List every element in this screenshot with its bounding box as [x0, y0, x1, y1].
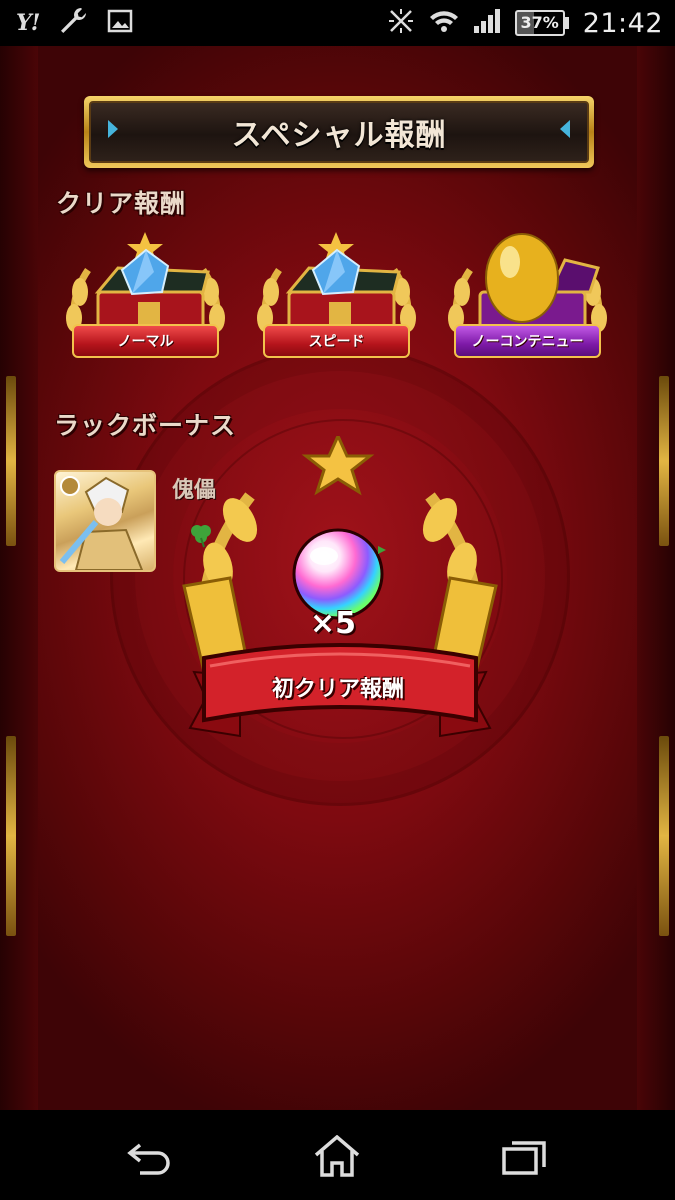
recent-apps-icon [502, 1141, 546, 1175]
arrow-left-icon [108, 120, 118, 138]
frame-gold-trim [659, 736, 669, 936]
home-icon [314, 1134, 360, 1177]
status-bar: Y! 37% 21:42 [0, 0, 675, 46]
back-icon [127, 1143, 170, 1175]
vibrate-off-icon [387, 7, 415, 39]
crystal-icon [311, 248, 361, 296]
frame-left-edge [0, 46, 38, 1110]
signal-icon [473, 8, 501, 38]
monster-portrait[interactable] [54, 470, 156, 572]
back-button[interactable] [126, 1135, 176, 1177]
title-plaque: スペシャル報酬 [84, 96, 594, 168]
wifi-icon [429, 8, 459, 38]
frame-gold-trim [6, 736, 16, 936]
battery-icon: 37% [514, 10, 569, 36]
wrench-icon [57, 5, 89, 41]
clear-reward-normal[interactable]: ノーマル [58, 232, 233, 392]
crystal-icon [120, 248, 170, 296]
reward-ribbon: スピード [263, 324, 410, 358]
recent-apps-button[interactable] [500, 1135, 550, 1177]
page-title: スペシャル報酬 [231, 118, 447, 153]
star-icon [301, 436, 375, 496]
frame-right-edge [637, 46, 675, 1110]
status-bar-left: Y! [16, 7, 133, 39]
battery-percent: 37% [514, 10, 565, 36]
reward-count: ×5 [310, 606, 357, 641]
monster-avatar-icon [59, 476, 144, 570]
reward-ribbon: ノーマル [72, 324, 219, 358]
yahoo-icon: Y! [16, 10, 40, 36]
status-time: 21:42 [582, 7, 663, 39]
reward-ribbon: ノーコンテニュー [454, 324, 601, 358]
navigation-bar [0, 1110, 675, 1200]
first-clear-label: 初クリア報酬 [271, 677, 404, 702]
clear-reward-no-continue[interactable]: ノーコンテニュー [440, 232, 615, 392]
clear-reward-speed[interactable]: スピード [249, 232, 424, 392]
frame-gold-trim [659, 376, 669, 546]
home-button[interactable] [312, 1134, 362, 1177]
game-screen[interactable]: スペシャル報酬 クリア報酬 ノーマル スピード ノーコンテニュー ラックボーナス… [0, 46, 675, 1110]
golden-egg-icon [485, 233, 559, 323]
status-bar-right: 37% 21:42 [387, 7, 663, 39]
clear-rewards-heading: クリア報酬 [56, 189, 187, 218]
arrow-right-icon [560, 120, 570, 138]
frame-gold-trim [6, 376, 16, 546]
image-icon [107, 8, 133, 38]
